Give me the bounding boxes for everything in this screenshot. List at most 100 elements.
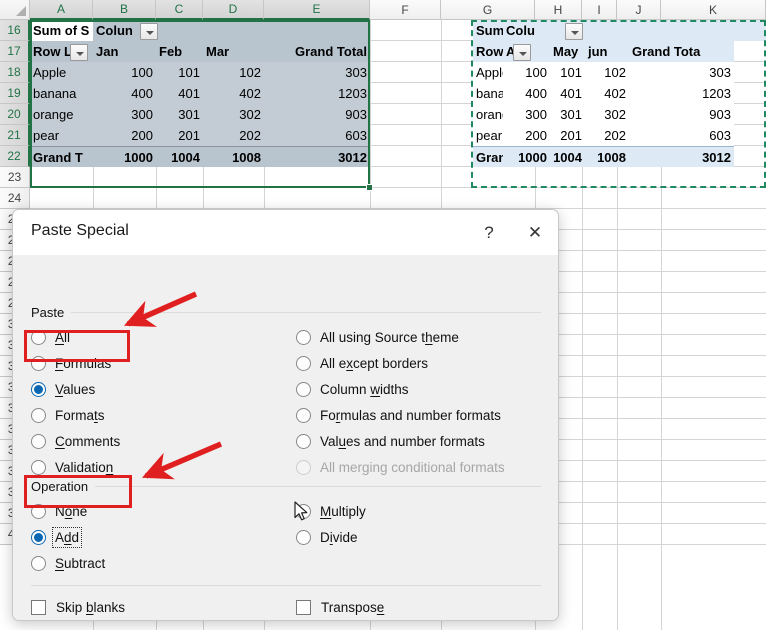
- close-icon[interactable]: ✕: [512, 210, 558, 255]
- cell-value-pear-3[interactable]: 603: [264, 125, 370, 146]
- cell-rvalue-Apple-3[interactable]: 303: [629, 62, 734, 83]
- cell-value-pear-2[interactable]: 202: [203, 125, 264, 146]
- row-header-19[interactable]: 19: [0, 83, 30, 104]
- cell-rheader-grand-tota[interactable]: Grand Tota: [629, 41, 734, 62]
- column-header-e[interactable]: E: [264, 0, 370, 20]
- radio-values-and-number-formats[interactable]: Values and number formats: [296, 434, 485, 449]
- cell-total-0[interactable]: 1000: [93, 146, 156, 167]
- radio-all-using-source-theme[interactable]: All using Source theme: [296, 330, 459, 345]
- row-header-23[interactable]: 23: [0, 167, 30, 188]
- column-header-j[interactable]: J: [617, 0, 661, 20]
- radio-none[interactable]: None: [31, 504, 87, 519]
- row-header-16[interactable]: 16: [0, 20, 30, 41]
- cell-rvalue-pear-2[interactable]: 202: [585, 125, 629, 146]
- cell-rvalue-orange-3[interactable]: 903: [629, 104, 734, 125]
- cell-rowlabel-banana[interactable]: banana: [30, 83, 93, 104]
- cell-header-jan[interactable]: Jan: [93, 41, 156, 62]
- cell-a16-sum-of-sales[interactable]: Sum of S: [30, 20, 93, 41]
- column-header-g[interactable]: G: [441, 0, 535, 20]
- cell-b16-column-labels[interactable]: Colun: [93, 20, 370, 41]
- pivot-row-filter-button-right[interactable]: [513, 44, 531, 61]
- select-all-corner[interactable]: [0, 0, 30, 20]
- cell-total-1[interactable]: 1004: [156, 146, 203, 167]
- cell-value-Apple-1[interactable]: 101: [156, 62, 203, 83]
- cell-rvalue-banana-1[interactable]: 401: [550, 83, 585, 104]
- cell-value-orange-3[interactable]: 903: [264, 104, 370, 125]
- column-header-h[interactable]: H: [535, 0, 582, 20]
- radio-divide[interactable]: Divide: [296, 530, 358, 545]
- radio-all-except-borders[interactable]: All except borders: [296, 356, 428, 371]
- radio-multiply[interactable]: Multiply: [296, 504, 366, 519]
- cell-rowlabel-Apple[interactable]: Apple: [30, 62, 93, 83]
- column-header-f[interactable]: F: [370, 0, 441, 20]
- cell-value-Apple-2[interactable]: 102: [203, 62, 264, 83]
- cell-rtotal-1[interactable]: 1004: [550, 146, 585, 167]
- cell-value-banana-0[interactable]: 400: [93, 83, 156, 104]
- column-header-i[interactable]: I: [582, 0, 617, 20]
- radio-formats[interactable]: Formats: [31, 408, 105, 423]
- radio-column-widths[interactable]: Column widths: [296, 382, 409, 397]
- cell-value-banana-3[interactable]: 1203: [264, 83, 370, 104]
- cell-rvalue-pear-0[interactable]: 200: [503, 125, 550, 146]
- checkbox-skip-blanks[interactable]: Skip blanks: [31, 600, 125, 615]
- cell-rvalue-orange-0[interactable]: 300: [503, 104, 550, 125]
- cell-rvalue-Apple-0[interactable]: 100: [503, 62, 550, 83]
- paste-special-dialog[interactable]: Paste Special ? ✕ Paste All Formulas Value…: [12, 209, 559, 621]
- cell-rheader-may[interactable]: May: [550, 41, 585, 62]
- cell-value-orange-2[interactable]: 302: [203, 104, 264, 125]
- row-header-21[interactable]: 21: [0, 125, 30, 146]
- cell-value-pear-0[interactable]: 200: [93, 125, 156, 146]
- cell-rvalue-pear-3[interactable]: 603: [629, 125, 734, 146]
- cell-h16-column-labels[interactable]: Colu: [503, 20, 766, 41]
- radio-values[interactable]: Values: [31, 382, 95, 397]
- radio-formulas-and-number-formats[interactable]: Formulas and number formats: [296, 408, 501, 423]
- cell-total-3[interactable]: 3012: [264, 146, 370, 167]
- cell-header-grand-total[interactable]: Grand Total: [264, 41, 370, 62]
- row-header-18[interactable]: 18: [0, 62, 30, 83]
- row-header-24[interactable]: 24: [0, 188, 30, 209]
- cell-rvalue-pear-1[interactable]: 201: [550, 125, 585, 146]
- cell-value-orange-0[interactable]: 300: [93, 104, 156, 125]
- column-header-a[interactable]: A: [30, 0, 93, 20]
- cell-value-pear-1[interactable]: 201: [156, 125, 203, 146]
- cell-total-2[interactable]: 1008: [203, 146, 264, 167]
- cell-rvalue-Apple-1[interactable]: 101: [550, 62, 585, 83]
- column-header-d[interactable]: D: [203, 0, 264, 20]
- cell-rtotal-0[interactable]: 1000: [503, 146, 550, 167]
- help-icon[interactable]: ?: [466, 210, 512, 255]
- radio-validation[interactable]: Validation: [31, 460, 113, 475]
- cell-a22-grand-total[interactable]: Grand T: [30, 146, 93, 167]
- checkbox-transpose[interactable]: Transpose: [296, 600, 384, 615]
- column-header-b[interactable]: B: [93, 0, 156, 20]
- cell-rowlabel-orange[interactable]: orange: [30, 104, 93, 125]
- cell-rvalue-Apple-2[interactable]: 102: [585, 62, 629, 83]
- cell-value-orange-1[interactable]: 301: [156, 104, 203, 125]
- radio-add[interactable]: Add: [31, 527, 83, 548]
- row-header-17[interactable]: 17: [0, 41, 30, 62]
- cell-rtotal-2[interactable]: 1008: [585, 146, 629, 167]
- cell-rtotal-3[interactable]: 3012: [629, 146, 734, 167]
- cell-rowlabel-pear[interactable]: pear: [30, 125, 93, 146]
- radio-all[interactable]: All: [31, 330, 70, 345]
- cell-value-Apple-0[interactable]: 100: [93, 62, 156, 83]
- radio-comments[interactable]: Comments: [31, 434, 120, 449]
- pivot-column-filter-button-right[interactable]: [565, 23, 583, 40]
- cell-rheader-jun[interactable]: jun: [585, 41, 629, 62]
- column-header-k[interactable]: K: [661, 0, 766, 20]
- row-header-22[interactable]: 22: [0, 146, 30, 167]
- pivot-column-filter-button-left[interactable]: [140, 23, 158, 40]
- fill-handle[interactable]: [366, 184, 373, 191]
- cell-value-banana-1[interactable]: 401: [156, 83, 203, 104]
- cell-rvalue-orange-1[interactable]: 301: [550, 104, 585, 125]
- cell-rvalue-orange-2[interactable]: 302: [585, 104, 629, 125]
- cell-value-banana-2[interactable]: 402: [203, 83, 264, 104]
- cell-rvalue-banana-3[interactable]: 1203: [629, 83, 734, 104]
- radio-formulas[interactable]: Formulas: [31, 356, 111, 371]
- cell-rvalue-banana-0[interactable]: 400: [503, 83, 550, 104]
- pivot-row-filter-button-left[interactable]: [70, 44, 88, 61]
- cell-header-feb[interactable]: Feb: [156, 41, 203, 62]
- radio-subtract[interactable]: Subtract: [31, 556, 105, 571]
- row-header-20[interactable]: 20: [0, 104, 30, 125]
- cell-rvalue-banana-2[interactable]: 402: [585, 83, 629, 104]
- column-header-c[interactable]: C: [156, 0, 203, 20]
